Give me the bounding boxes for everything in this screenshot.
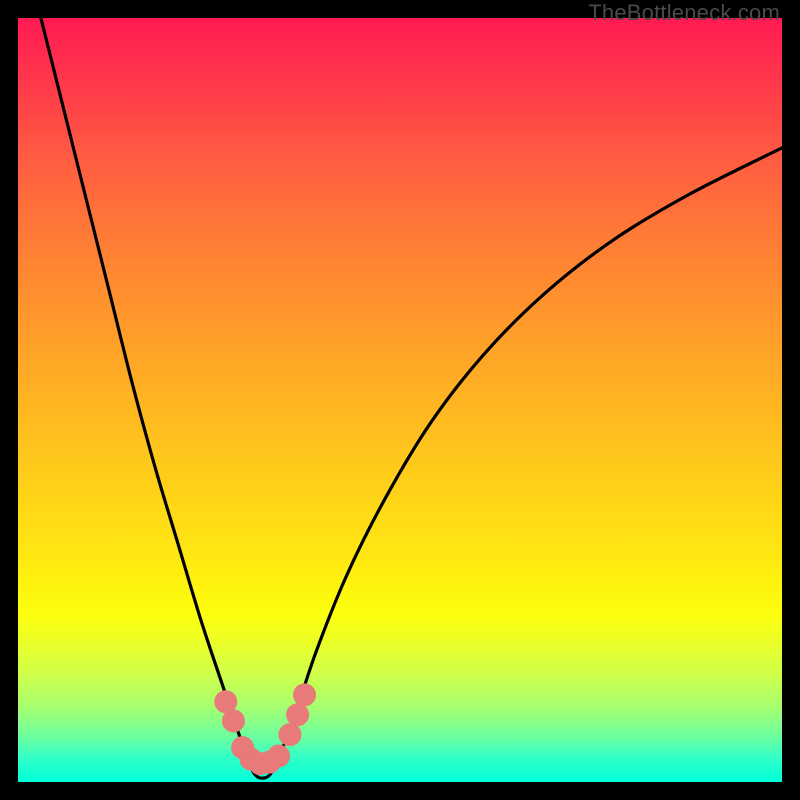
chart-marker	[268, 745, 290, 767]
chart-markers	[215, 684, 316, 775]
chart-marker	[232, 737, 254, 759]
chart-curve	[41, 18, 782, 778]
chart-marker	[215, 691, 237, 713]
chart-marker	[279, 724, 301, 746]
chart-marker	[294, 684, 316, 706]
chart-marker	[258, 751, 280, 773]
chart-marker	[249, 753, 271, 775]
chart-marker	[240, 748, 262, 770]
watermark-text: TheBottleneck.com	[588, 0, 780, 26]
chart-svg	[18, 18, 782, 782]
chart-marker	[287, 704, 309, 726]
chart-plot-area	[18, 18, 782, 782]
chart-marker	[222, 710, 244, 732]
